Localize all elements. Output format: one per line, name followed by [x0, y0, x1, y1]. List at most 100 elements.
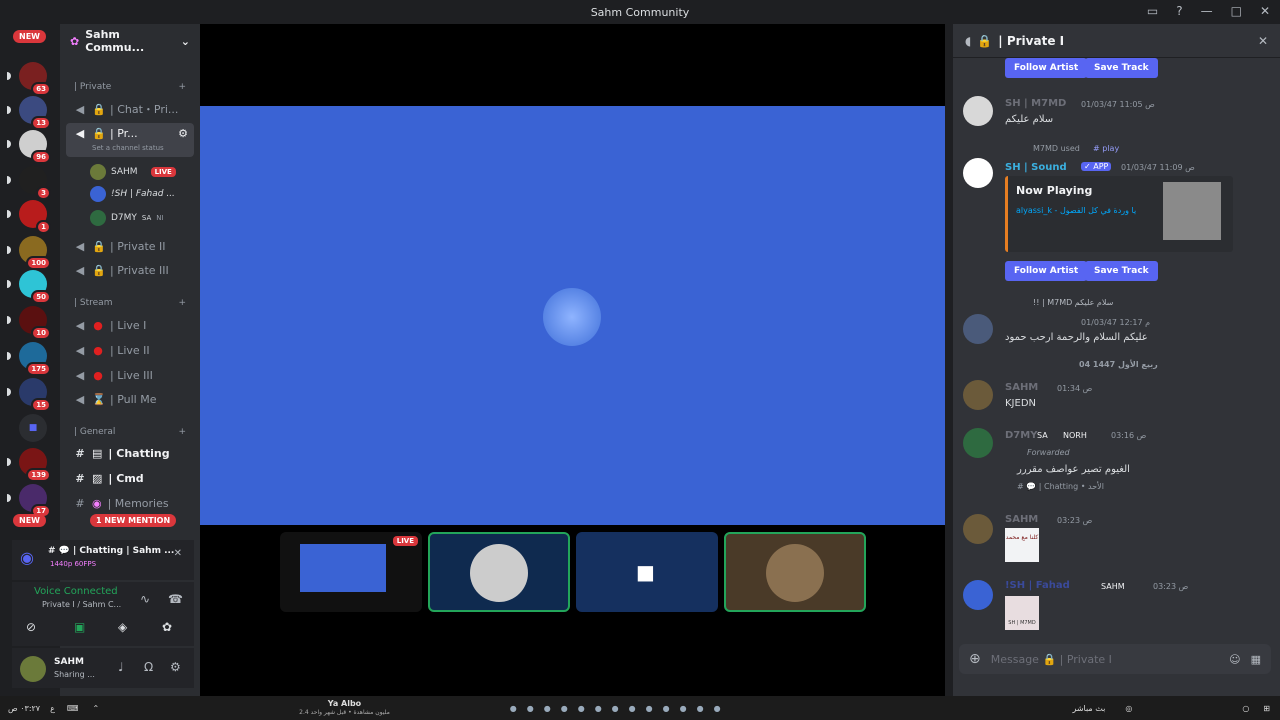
camera-tile[interactable]: ■	[576, 532, 718, 612]
voice-user[interactable]: SAHM LIVE	[90, 164, 176, 180]
voice-user[interactable]: D7MY SA NI	[90, 210, 164, 226]
minimize-button[interactable]: —	[1201, 4, 1213, 18]
server-icon[interactable]: 63	[7, 62, 51, 96]
save-track-button[interactable]: Save Track	[1085, 261, 1158, 281]
channel-private-iii[interactable]: ◀ 🔒 | Private III	[66, 259, 194, 281]
gear-icon[interactable]: ⚙	[170, 660, 181, 674]
author-name[interactable]: SAHM	[1005, 382, 1038, 393]
maximize-button[interactable]: □	[1231, 4, 1242, 18]
voice-channel[interactable]: Private I / Sahm C...	[42, 600, 121, 609]
soundcloud-avatar[interactable]	[963, 158, 993, 188]
message-image[interactable]: كلنا مع محمد	[1005, 528, 1039, 562]
screen-share-icon[interactable]: ▣	[74, 620, 85, 634]
search-icon[interactable]: ○	[1242, 704, 1249, 713]
message-composer[interactable]: ⊕ Message 🔒 | Private I ☺ ▦	[959, 644, 1271, 674]
avatar[interactable]	[20, 656, 46, 682]
author-name[interactable]: SH | Sound	[1005, 162, 1067, 173]
participant-tile[interactable]	[428, 532, 570, 612]
channel-pull-me[interactable]: ◀ ⌛ | Pull Me	[66, 388, 194, 410]
emoji-icon[interactable]: ☺	[1229, 653, 1240, 666]
guild-header[interactable]: ✿ Sahm Commu... ⌄	[60, 24, 200, 58]
command-link[interactable]: # play	[1093, 144, 1119, 153]
channel-private-ii[interactable]: ◀ 🔒 | Private II	[66, 235, 194, 257]
language-indicator[interactable]: ع	[50, 704, 55, 713]
server-icon[interactable]: 1	[7, 200, 51, 234]
track-link[interactable]: alyassi_k - يا وردة في كل الفصول	[1016, 206, 1136, 215]
streamer-avatar	[543, 288, 601, 346]
wifi-icon[interactable]: ◎	[1125, 704, 1132, 713]
close-icon[interactable]: ✕	[174, 548, 182, 559]
message-image[interactable]: SH | M7MD	[1005, 596, 1039, 630]
server-icon[interactable]: 3	[7, 166, 51, 200]
channel-live-iii[interactable]: ◀ ● | Live III	[66, 364, 194, 386]
camera-off-icon[interactable]: ⊘	[26, 620, 36, 634]
help-icon[interactable]: ?	[1176, 4, 1182, 18]
inbox-icon[interactable]: ▭	[1147, 4, 1158, 18]
author-name[interactable]: SAHM	[1005, 514, 1038, 525]
save-track-button[interactable]: Save Track	[1085, 58, 1158, 78]
folder-icon[interactable]: ■	[19, 414, 47, 442]
message-input[interactable]: Message 🔒 | Private I	[991, 653, 1112, 666]
server-icon[interactable]: 96	[7, 130, 51, 164]
avatar[interactable]	[963, 96, 993, 126]
noise-suppression-icon[interactable]: ∿	[140, 592, 150, 606]
windows-start-icon[interactable]: ⊞	[1263, 704, 1270, 713]
add-attachment-icon[interactable]: ⊕	[969, 651, 981, 667]
channel-live-i[interactable]: ◀ ● | Live I	[66, 314, 194, 336]
plus-icon: +	[178, 427, 186, 437]
server-icon[interactable]: 13	[7, 96, 51, 130]
server-icon[interactable]: 10	[7, 306, 51, 340]
activity-icon[interactable]: ◈	[118, 620, 127, 634]
new-pill-bottom[interactable]: NEW	[13, 514, 46, 527]
stream-stage[interactable]	[200, 106, 945, 525]
server-icon[interactable]: 50	[7, 270, 51, 304]
avatar[interactable]	[963, 514, 993, 544]
author-name[interactable]: D7MY	[1005, 430, 1037, 441]
channel-status[interactable]: Set a channel status	[92, 144, 164, 152]
forward-source[interactable]: # 💬 | Chatting • الأحد	[1017, 482, 1104, 491]
follow-artist-button[interactable]: Follow Artist	[1005, 261, 1088, 281]
stream-quality: 1440p 60FPS	[50, 560, 97, 568]
voice-user[interactable]: !SH | Fahad ...	[90, 186, 175, 202]
mic-icon[interactable]: ♩	[118, 660, 124, 674]
channel-live-ii[interactable]: ◀ ● | Live II	[66, 339, 194, 361]
category-private[interactable]: | Private +	[74, 82, 186, 92]
author-name[interactable]: !SH | Fahad	[1005, 580, 1070, 591]
avatar[interactable]	[963, 580, 993, 610]
soundboard-icon[interactable]: ✿	[162, 620, 172, 634]
follow-artist-button[interactable]: Follow Artist	[1005, 58, 1088, 78]
server-icon[interactable]: 100	[7, 236, 51, 270]
channel-chatting[interactable]: # ▤ | Chatting	[66, 442, 194, 464]
weather-widget[interactable]: بث مباشر	[1072, 704, 1105, 713]
keyboard-icon[interactable]: ⌨	[67, 704, 79, 713]
author-name[interactable]: SH | M7MD	[1005, 98, 1066, 109]
chevron-up-icon[interactable]: ⌃	[92, 704, 99, 713]
taskbar-apps[interactable]: ●●●●●●●●●●●●●	[510, 704, 731, 713]
reply-preview[interactable]: !! | M7MD سلام عليكم	[1033, 298, 1113, 307]
live-badge: LIVE	[392, 536, 418, 546]
channel-memories[interactable]: # ◉ | Memories	[66, 492, 194, 514]
close-window-button[interactable]: ✕	[1260, 4, 1270, 18]
channel-chat-private[interactable]: ◀ 🔒 | Chat・Pri...	[66, 98, 194, 120]
server-icon[interactable]: 17	[7, 484, 51, 518]
mention-pill[interactable]: 1 NEW MENTION	[90, 514, 177, 527]
category-general[interactable]: | General +	[74, 427, 186, 437]
avatar[interactable]	[963, 428, 993, 458]
server-icon[interactable]: 175	[7, 342, 51, 376]
guild-icon: ✿	[70, 34, 80, 48]
channel-cmd[interactable]: # ▨ | Cmd	[66, 467, 194, 489]
disconnect-icon[interactable]: ☎	[168, 592, 183, 606]
close-icon[interactable]: ✕	[1258, 34, 1268, 48]
media-widget[interactable]: Ya Albo 2.4 مليون مشاهدة • قبل شهر واحد	[299, 699, 390, 717]
server-icon[interactable]: 15	[7, 378, 51, 412]
stream-tile[interactable]: LIVE	[280, 532, 422, 612]
participant-tile[interactable]	[724, 532, 866, 612]
headphones-icon[interactable]: Ω	[144, 660, 153, 674]
new-pill[interactable]: NEW	[13, 30, 46, 43]
gamepad-icon[interactable]: ▦	[1251, 653, 1261, 666]
category-stream[interactable]: | Stream +	[74, 298, 186, 308]
avatar[interactable]	[963, 380, 993, 410]
avatar[interactable]	[963, 314, 993, 344]
server-icon[interactable]: 139	[7, 448, 51, 482]
red-circle-icon: ●	[93, 368, 103, 382]
